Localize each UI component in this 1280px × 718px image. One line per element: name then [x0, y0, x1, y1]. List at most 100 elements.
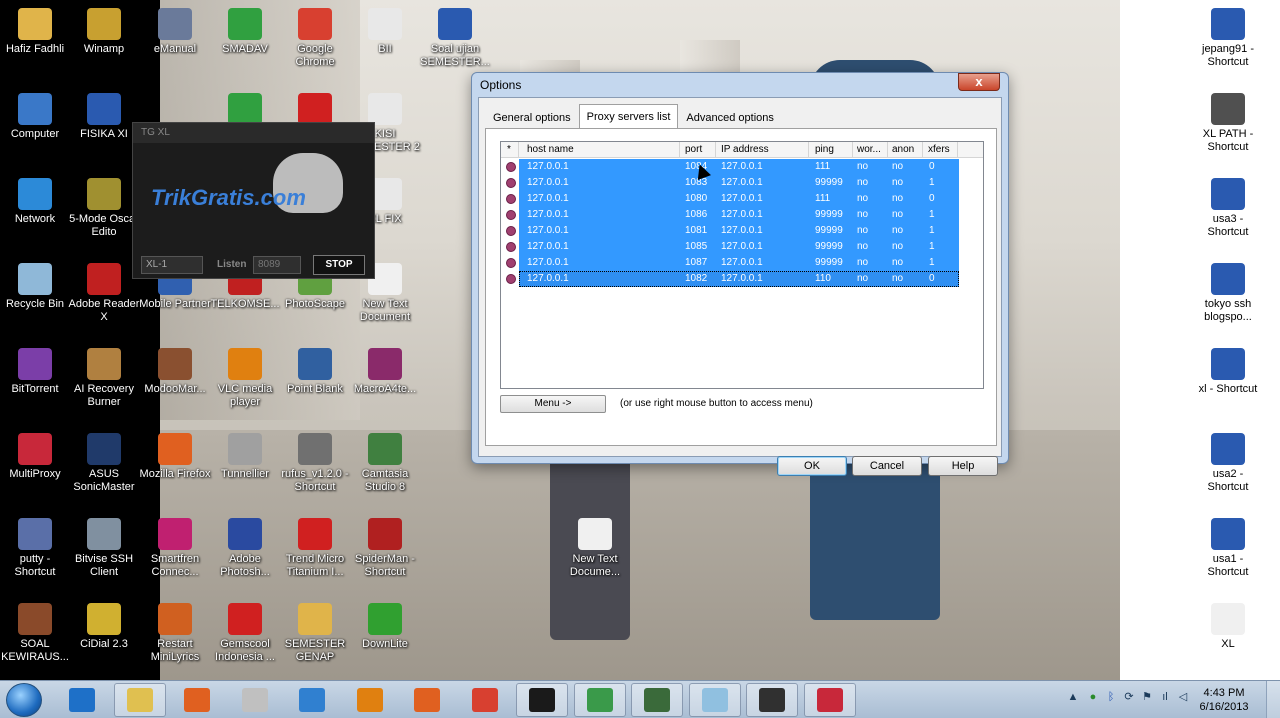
tab-proxy-servers-list[interactable]: Proxy servers list	[578, 104, 679, 128]
desktop-shortcut[interactable]: SOAL KEWIRAUS...	[0, 603, 71, 664]
taskbar-button[interactable]	[171, 683, 223, 717]
desktop-shortcut[interactable]: BII	[349, 8, 421, 56]
desktop-shortcut[interactable]: DownLite	[349, 603, 421, 651]
cell-port: 1082	[685, 273, 708, 284]
desktop-shortcut[interactable]: SMADAV	[209, 8, 281, 56]
clock[interactable]: 4:43 PM 6/16/2013	[1194, 686, 1254, 714]
taskbar-button[interactable]	[229, 683, 281, 717]
tgxl-stop-button[interactable]: STOP	[313, 255, 365, 275]
table-row[interactable]: 127.0.0.1 1083 127.0.0.1 99999 no no 1	[501, 175, 983, 191]
proxy-table[interactable]: * host name port IP address ping wor... …	[500, 141, 984, 389]
desktop-shortcut[interactable]: Computer	[0, 93, 71, 141]
wifi-icon[interactable]: ıl	[1158, 690, 1172, 704]
desktop-shortcut[interactable]: XL PATH - Shortcut	[1192, 93, 1264, 154]
desktop-shortcut[interactable]: ModooMar...	[139, 348, 211, 396]
taskbar-button[interactable]	[344, 683, 396, 717]
tgxl-profile-select[interactable]: XL-1	[141, 256, 203, 274]
desktop-shortcut[interactable]: Trend Micro Titanium I...	[279, 518, 351, 579]
show-hidden-icons-icon[interactable]: ▲	[1066, 690, 1080, 704]
desktop-shortcut[interactable]: VLC media player	[209, 348, 281, 409]
table-row[interactable]: 127.0.0.1 1087 127.0.0.1 99999 no no 1	[501, 255, 983, 271]
desktop-shortcut[interactable]: Restart MiniLyrics	[139, 603, 211, 664]
desktop-shortcut[interactable]: usa2 - Shortcut	[1192, 433, 1264, 494]
desktop-shortcut[interactable]: Network	[0, 178, 71, 226]
menu-button[interactable]: Menu ->	[500, 395, 606, 413]
desktop-shortcut[interactable]: Bitvise SSH Client	[68, 518, 140, 579]
taskbar-button[interactable]	[516, 683, 568, 717]
column-header-ping[interactable]: ping	[815, 144, 834, 155]
volume-icon[interactable]: ◁	[1176, 690, 1190, 704]
desktop-shortcut[interactable]: rufus_v1.2.0 - Shortcut	[279, 433, 351, 494]
column-header-anon[interactable]: anon	[892, 144, 914, 155]
desktop-shortcut[interactable]: Camtasia Studio 8	[349, 433, 421, 494]
desktop-shortcut[interactable]: CiDial 2.3	[68, 603, 140, 651]
desktop-shortcut[interactable]: usa3 - Shortcut	[1192, 178, 1264, 239]
tab-advanced-options[interactable]: Advanced options	[678, 106, 781, 128]
desktop-shortcut[interactable]: Google Chrome	[279, 8, 351, 69]
column-header-working[interactable]: wor...	[857, 144, 881, 155]
desktop-shortcut[interactable]: XL	[1192, 603, 1264, 651]
column-header-ip-address[interactable]: IP address	[721, 144, 769, 155]
desktop-shortcut[interactable]: ASUS SonicMaster	[68, 433, 140, 494]
taskbar-button[interactable]	[56, 683, 108, 717]
cancel-button[interactable]: Cancel	[852, 456, 922, 476]
desktop-shortcut[interactable]: Adobe Photosh...	[209, 518, 281, 579]
desktop-shortcut[interactable]: FISIKA XI	[68, 93, 140, 141]
desktop-shortcut[interactable]: Recycle Bin	[0, 263, 71, 311]
table-row[interactable]: 127.0.0.1 1084 127.0.0.1 111 no no 0	[501, 159, 983, 175]
desktop-shortcut[interactable]: tokyo ssh blogspo...	[1192, 263, 1264, 324]
desktop-shortcut[interactable]: MultiProxy	[0, 433, 71, 481]
help-button[interactable]: Help	[928, 456, 998, 476]
column-header-host-name[interactable]: host name	[527, 144, 574, 155]
ok-button[interactable]: OK	[777, 456, 847, 476]
tab-general-options[interactable]: General options	[485, 106, 579, 128]
taskbar-button[interactable]	[631, 683, 683, 717]
desktop-shortcut[interactable]: Adobe Reader X	[68, 263, 140, 324]
desktop-shortcut[interactable]: usa1 - Shortcut	[1192, 518, 1264, 579]
tgxl-window[interactable]: TG XL TrikGratis.com XL-1 Listen 8089 ST…	[132, 122, 375, 279]
taskbar-button[interactable]	[573, 683, 626, 717]
desktop-shortcut[interactable]: Gemscool Indonesia ...	[209, 603, 281, 664]
network-tray-icon[interactable]: ●	[1086, 690, 1100, 704]
table-row[interactable]: 127.0.0.1 1085 127.0.0.1 99999 no no 1	[501, 239, 983, 255]
desktop-shortcut[interactable]: Smartfren Connec...	[139, 518, 211, 579]
action-center-icon[interactable]: ⚑	[1140, 690, 1154, 704]
desktop-shortcut[interactable]: 5-Mode Oscar Edito	[68, 178, 140, 239]
desktop-shortcut[interactable]: Tunnellier	[209, 433, 281, 481]
start-button[interactable]	[6, 683, 42, 717]
desktop-shortcut[interactable]: MacroA4te...	[349, 348, 421, 396]
column-header-port[interactable]: port	[685, 144, 702, 155]
desktop-shortcut[interactable]: New Text Docume...	[559, 518, 631, 579]
desktop-shortcut[interactable]: BitTorrent	[0, 348, 71, 396]
desktop-shortcut[interactable]: Mozilla Firefox	[139, 433, 211, 481]
desktop-shortcut[interactable]: putty - Shortcut	[0, 518, 71, 579]
table-row[interactable]: 127.0.0.1 1082 127.0.0.1 110 no no 0	[501, 271, 983, 287]
taskbar-button[interactable]	[746, 683, 798, 717]
taskbar-button[interactable]	[401, 683, 453, 717]
show-desktop-button[interactable]	[1266, 681, 1280, 718]
column-header-xfers[interactable]: xfers	[928, 144, 950, 155]
bluetooth-icon[interactable]: ᛒ	[1104, 690, 1118, 704]
desktop-shortcut[interactable]: Winamp	[68, 8, 140, 56]
desktop-shortcut[interactable]: xl - Shortcut	[1192, 348, 1264, 396]
taskbar-button[interactable]	[286, 683, 338, 717]
taskbar-button[interactable]	[803, 683, 856, 717]
desktop-shortcut[interactable]: jepang91 - Shortcut	[1192, 8, 1264, 69]
taskbar-button[interactable]	[459, 683, 511, 717]
column-header-star[interactable]: *	[507, 144, 511, 155]
desktop-shortcut[interactable]: SEMESTER GENAP	[279, 603, 351, 664]
desktop-shortcut[interactable]: AI Recovery Burner	[68, 348, 140, 409]
tgxl-port-input[interactable]: 8089	[253, 256, 301, 274]
taskbar-button[interactable]	[113, 683, 166, 717]
close-button[interactable]: x	[958, 73, 1000, 91]
table-row[interactable]: 127.0.0.1 1080 127.0.0.1 111 no no 0	[501, 191, 983, 207]
table-row[interactable]: 127.0.0.1 1081 127.0.0.1 99999 no no 1	[501, 223, 983, 239]
desktop-shortcut[interactable]: Soal ujian SEMESTER...	[419, 8, 491, 69]
table-row[interactable]: 127.0.0.1 1086 127.0.0.1 99999 no no 1	[501, 207, 983, 223]
desktop-shortcut[interactable]: Hafiz Fadhli	[0, 8, 71, 56]
desktop-shortcut[interactable]: eManual	[139, 8, 211, 56]
sync-icon[interactable]: ⟳	[1122, 690, 1136, 704]
taskbar-button[interactable]	[688, 683, 741, 717]
desktop-shortcut[interactable]: Point Blank	[279, 348, 351, 396]
desktop-shortcut[interactable]: SpiderMan - Shortcut	[349, 518, 421, 579]
